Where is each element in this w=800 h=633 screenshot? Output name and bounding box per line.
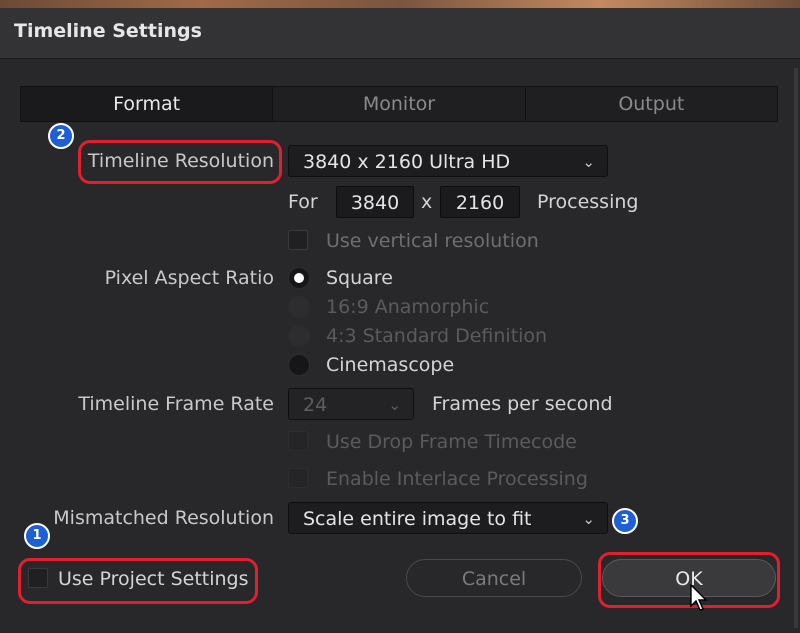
times-label: x xyxy=(421,191,433,213)
radio-4-3-standard-label: 4:3 Standard Definition xyxy=(326,325,548,347)
resolution-width-field[interactable]: 3840 xyxy=(336,186,414,218)
timeline-settings-dialog: Timeline Settings Format Monitor Output … xyxy=(0,8,800,633)
drop-frame-label: Use Drop Frame Timecode xyxy=(326,431,577,453)
tab-format[interactable]: Format xyxy=(21,87,273,121)
background-strip xyxy=(0,0,800,8)
dialog-titlebar: Timeline Settings xyxy=(0,8,800,59)
badge-1: 1 xyxy=(24,523,50,549)
tab-bar: Format Monitor Output xyxy=(20,86,778,122)
interlace-label: Enable Interlace Processing xyxy=(326,468,588,490)
cancel-button[interactable]: Cancel xyxy=(406,559,582,597)
frames-per-second-label: Frames per second xyxy=(432,393,613,415)
highlight-use-project-settings xyxy=(18,558,258,604)
radio-cinemascope[interactable] xyxy=(288,354,310,376)
chevron-down-icon: ⌄ xyxy=(388,396,401,414)
mismatched-resolution-value: Scale entire image to fit xyxy=(303,508,532,530)
tab-monitor[interactable]: Monitor xyxy=(272,87,524,121)
frame-rate-value: 24 xyxy=(303,394,328,416)
mismatched-resolution-dropdown[interactable]: Scale entire image to fit ⌄ xyxy=(288,502,608,534)
vertical-resolution-checkbox[interactable] xyxy=(288,230,308,250)
tab-output[interactable]: Output xyxy=(524,87,777,121)
badge-3: 3 xyxy=(612,508,638,534)
vertical-resolution-label: Use vertical resolution xyxy=(326,230,539,252)
pixel-aspect-ratio-label: Pixel Aspect Ratio xyxy=(104,267,274,289)
radio-square[interactable] xyxy=(288,267,310,289)
highlight-timeline-resolution xyxy=(78,140,282,184)
chevron-down-icon: ⌄ xyxy=(582,510,595,528)
frame-rate-dropdown[interactable]: 24 ⌄ xyxy=(288,388,414,420)
radio-4-3-standard[interactable] xyxy=(288,325,310,347)
badge-2: 2 xyxy=(48,123,74,149)
processing-label: Processing xyxy=(537,191,639,213)
interlace-checkbox[interactable] xyxy=(288,468,308,488)
drop-frame-checkbox[interactable] xyxy=(288,431,308,451)
scrollbar[interactable] xyxy=(794,68,798,628)
timeline-resolution-value: 3840 x 2160 Ultra HD xyxy=(303,151,511,173)
mismatched-resolution-label: Mismatched Resolution xyxy=(53,507,274,529)
for-label: For xyxy=(288,191,318,213)
mouse-cursor-icon xyxy=(690,584,708,611)
chevron-down-icon: ⌄ xyxy=(582,153,595,171)
radio-16-9-anamorphic[interactable] xyxy=(288,296,310,318)
timeline-resolution-dropdown[interactable]: 3840 x 2160 Ultra HD ⌄ xyxy=(288,145,608,177)
frame-rate-label: Timeline Frame Rate xyxy=(78,393,274,415)
radio-cinemascope-label: Cinemascope xyxy=(326,354,455,376)
radio-square-label: Square xyxy=(326,267,393,289)
radio-16-9-anamorphic-label: 16:9 Anamorphic xyxy=(326,296,490,318)
resolution-height-field[interactable]: 2160 xyxy=(440,186,520,218)
dialog-title: Timeline Settings xyxy=(14,20,202,42)
